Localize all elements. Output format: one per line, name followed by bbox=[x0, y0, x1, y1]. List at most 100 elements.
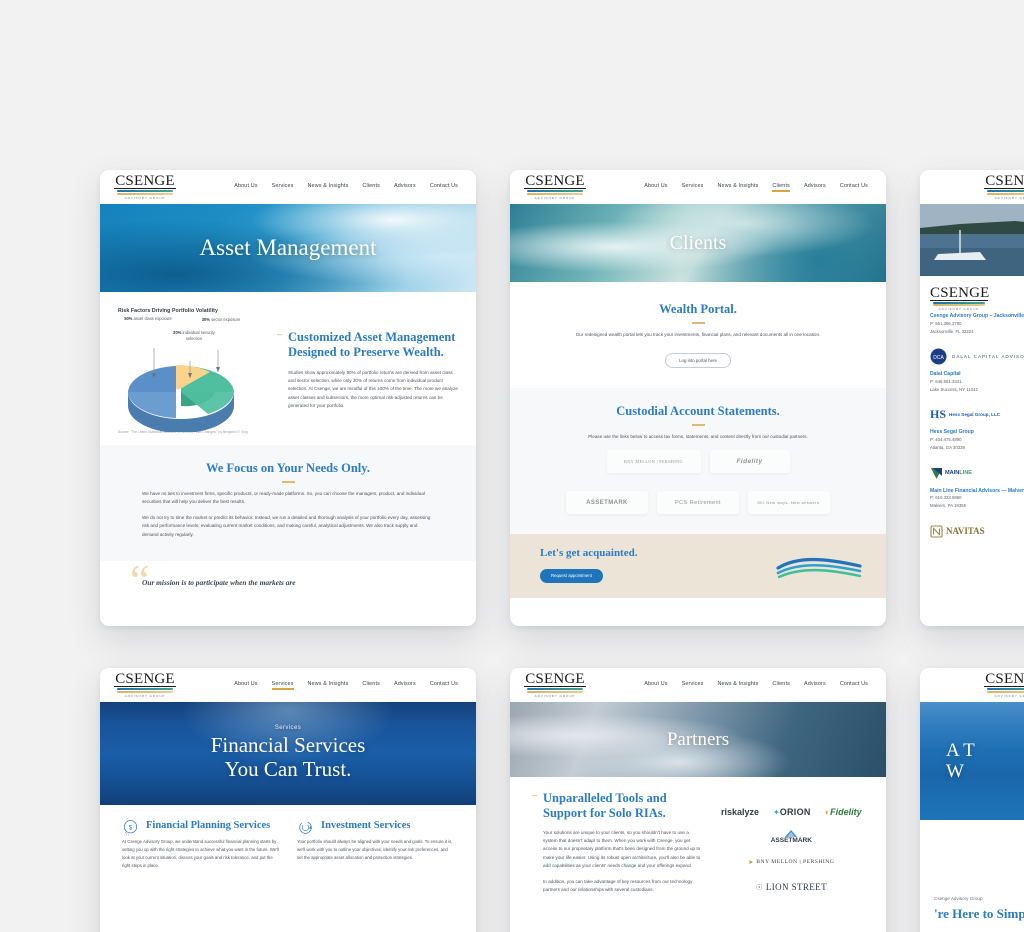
main-nav[interactable]: About Us Services News & Insights Client… bbox=[234, 183, 462, 192]
advisor-office-hess-segal-group[interactable]: HS Hess Segal Group, LLC Hess Segal Grou… bbox=[930, 404, 1024, 451]
nav-item-clients[interactable]: Clients bbox=[362, 681, 380, 690]
main-nav[interactable]: About Us Services News & Insights Client… bbox=[644, 681, 872, 690]
partner-logo-grid: riskalyze ✦ ORION ◐ Fidelity ASSETMARK ➤… bbox=[719, 805, 864, 894]
about-kicker: Csenge Advisory Group bbox=[934, 896, 983, 901]
logo-tagline: ADVISORY GROUP bbox=[124, 195, 166, 200]
custodian-logo-assetmark[interactable]: ASSETMARK bbox=[566, 491, 648, 515]
orion-star-icon: ✦ bbox=[773, 807, 780, 817]
heading-rule bbox=[691, 424, 705, 426]
hero-advisors bbox=[920, 204, 1024, 276]
csenge-logo[interactable]: CSENGE ADVISORY GROUP bbox=[984, 174, 1024, 200]
hero-eyebrow: Services bbox=[274, 725, 302, 732]
bny-chevron-icon: ➤ bbox=[748, 859, 754, 866]
nav-item-clients[interactable]: Clients bbox=[772, 183, 790, 192]
wealth-portal-body: Our redesigned wealth portal lets you tr… bbox=[575, 331, 821, 337]
csenge-logo[interactable]: CSENGE ADVISORY GROUP bbox=[524, 672, 586, 698]
partners-paragraph-1: Your solutions are unique to your client… bbox=[543, 829, 701, 869]
nav-item-services[interactable]: Services bbox=[682, 681, 704, 690]
nav-item-news-insights[interactable]: News & Insights bbox=[308, 681, 349, 690]
advisor-office-main-line-malvern[interactable]: MAIN LINE Main Line Financial Advisors —… bbox=[930, 463, 1024, 510]
needs-section: We Focus on Your Needs Only. We have no … bbox=[100, 444, 476, 561]
nav-item-about-us[interactable]: About Us bbox=[234, 183, 257, 192]
nav-item-news-insights[interactable]: News & Insights bbox=[718, 183, 759, 192]
nav-item-services[interactable]: Services bbox=[271, 681, 294, 690]
nav-item-advisors[interactable]: Advisors bbox=[394, 681, 416, 690]
custodian-logo-fidelity[interactable]: Fidelity bbox=[709, 450, 790, 474]
chart-label-asset-class-text: asset class exposure bbox=[133, 316, 172, 321]
assetmark-triangle-icon bbox=[785, 830, 798, 837]
partner-logo-orion[interactable]: ✦ ORION bbox=[773, 805, 811, 819]
logo-wordmark: CSENGE bbox=[984, 174, 1024, 190]
wealth-portal-section: Wealth Portal. Our redesigned wealth por… bbox=[510, 282, 886, 388]
partner-logo-riskalyze[interactable]: riskalyze bbox=[721, 805, 759, 819]
card-asset-management[interactable]: CSENGE ADVISORY GROUP About Us Services … bbox=[100, 170, 476, 626]
main-nav[interactable]: About Us Services News & Insights Client… bbox=[644, 183, 872, 192]
dollar-circle-icon: $ bbox=[123, 820, 138, 836]
office-phone: P: 646.661.3341 bbox=[930, 379, 962, 385]
logo-swoosh-icon bbox=[524, 190, 586, 195]
card-advisors[interactable]: CSENGE ADVISORY GROUP CSENGE bbox=[920, 170, 1024, 626]
hero-about: A T W bbox=[920, 702, 1024, 820]
portfolio-volatility-chart: Risk Factors Driving Portfolio Volatilit… bbox=[118, 308, 263, 435]
nav-item-services[interactable]: Services bbox=[272, 183, 294, 192]
service-financial-planning[interactable]: $ Financial Planning Services At Csenge … bbox=[122, 819, 279, 869]
services-grid: $ Financial Planning Services At Csenge … bbox=[100, 805, 476, 883]
partner-logo-assetmark[interactable]: ASSETMARK bbox=[771, 830, 812, 844]
hero-title: Clients bbox=[669, 231, 727, 254]
nav-item-clients[interactable]: Clients bbox=[772, 681, 790, 690]
nav-item-services[interactable]: Services bbox=[682, 183, 704, 192]
main-nav[interactable]: About Us Services News & Insights Client… bbox=[234, 681, 462, 690]
nav-item-advisors[interactable]: Advisors bbox=[804, 681, 826, 690]
custodian-logo-grid: BNY MELLON | PERSHING Fidelity ASSETMARK… bbox=[540, 450, 856, 515]
heading-dash-icon: – bbox=[277, 329, 283, 339]
card-clients[interactable]: CSENGE ADVISORY GROUP About Us Services … bbox=[510, 170, 886, 626]
nav-item-contact-us[interactable]: Contact Us bbox=[430, 681, 458, 690]
partner-logo-lion-street[interactable]: ☉ LION STREET bbox=[719, 880, 864, 894]
nav-item-about-us[interactable]: About Us bbox=[234, 681, 257, 690]
csenge-logo[interactable]: CSENGE ADVISORY GROUP bbox=[984, 672, 1024, 698]
csenge-logo[interactable]: CSENGE ADVISORY GROUP bbox=[114, 174, 176, 200]
csenge-logo[interactable]: CSENGE ADVISORY GROUP bbox=[114, 672, 176, 698]
partner-logo-fidelity[interactable]: ◐ Fidelity bbox=[825, 805, 862, 819]
custodian-logo-sei[interactable]: SEI New ways. New answers. bbox=[748, 491, 830, 515]
asset-body: Studies show approximately 80% of portfo… bbox=[288, 369, 458, 409]
nav-item-about-us[interactable]: About Us bbox=[644, 681, 667, 690]
nav-item-contact-us[interactable]: Contact Us bbox=[430, 183, 458, 192]
partner-logo-bny-mellon-pershing[interactable]: ➤ BNY MELLON | PERSHING bbox=[719, 855, 864, 869]
needs-paragraph-1: We have no ties to investment firms, spe… bbox=[142, 490, 425, 505]
nav-item-news-insights[interactable]: News & Insights bbox=[308, 183, 349, 192]
custodian-logo-pcs-retirement[interactable]: PCS Retirement bbox=[657, 491, 739, 515]
nav-item-advisors[interactable]: Advisors bbox=[804, 183, 826, 192]
office-name: Csenge Advisory Group – Jacksonville bbox=[930, 313, 1024, 319]
advisor-office-csenge-jacksonville[interactable]: CSENGE ADVISORY GROUP Csenge Advisory Gr… bbox=[930, 285, 1024, 335]
service-investment[interactable]: Investment Services Your portfolio shoul… bbox=[297, 819, 454, 869]
request-appointment-button[interactable]: Request appointment bbox=[540, 568, 603, 583]
chart-value-sector: 30% bbox=[201, 317, 210, 322]
site-header: CSENGE ADVISORY GROUP About Us Services … bbox=[100, 668, 476, 702]
card-financial-services[interactable]: CSENGE ADVISORY GROUP About Us Services … bbox=[100, 668, 476, 932]
acquainted-heading: Let's get acquainted. bbox=[540, 547, 638, 560]
nav-item-news-insights[interactable]: News & Insights bbox=[718, 681, 759, 690]
about-intro: Csenge Advisory Group 're Here to Simpli… bbox=[920, 820, 1024, 922]
office-location: Malvern, PA 19355 bbox=[930, 503, 966, 509]
logo-wordmark: CSENGE bbox=[524, 671, 586, 688]
advisor-office-navitas[interactable]: NAVITAS bbox=[930, 521, 1024, 542]
hero-financial-services: Services Financial Services You Can Trus… bbox=[100, 702, 476, 805]
hero-title: Partners bbox=[666, 728, 730, 750]
chart-label-sector: 30% sector exposure bbox=[196, 317, 246, 323]
portal-login-button[interactable]: Log into portal here bbox=[665, 353, 731, 369]
card-about[interactable]: CSENGE ADVISORY GROUP A T W Csenge Advis… bbox=[920, 668, 1024, 932]
site-header: CSENGE ADVISORY GROUP About Us Services … bbox=[100, 170, 476, 204]
custodian-logo-bny-mellon-pershing[interactable]: BNY MELLON | PERSHING bbox=[606, 450, 701, 474]
csenge-logo[interactable]: CSENGE ADVISORY GROUP bbox=[524, 174, 586, 200]
nav-item-advisors[interactable]: Advisors bbox=[394, 183, 416, 192]
advisor-office-dalal-capital[interactable]: DCA DALAL CAPITAL ADVISORS Dalal Capital… bbox=[930, 346, 1024, 393]
card-partners[interactable]: CSENGE ADVISORY GROUP About Us Services … bbox=[510, 668, 886, 932]
nav-item-contact-us[interactable]: Contact Us bbox=[840, 681, 868, 690]
nav-item-clients[interactable]: Clients bbox=[362, 183, 380, 192]
office-location: Atlanta, GA 30339 bbox=[930, 444, 965, 450]
asset-heading: Customized Asset Management Designed to … bbox=[288, 330, 456, 360]
nav-item-contact-us[interactable]: Contact Us bbox=[840, 183, 868, 192]
nav-item-about-us[interactable]: About Us bbox=[644, 183, 667, 192]
hero-asset-management: Asset Management bbox=[100, 204, 476, 292]
